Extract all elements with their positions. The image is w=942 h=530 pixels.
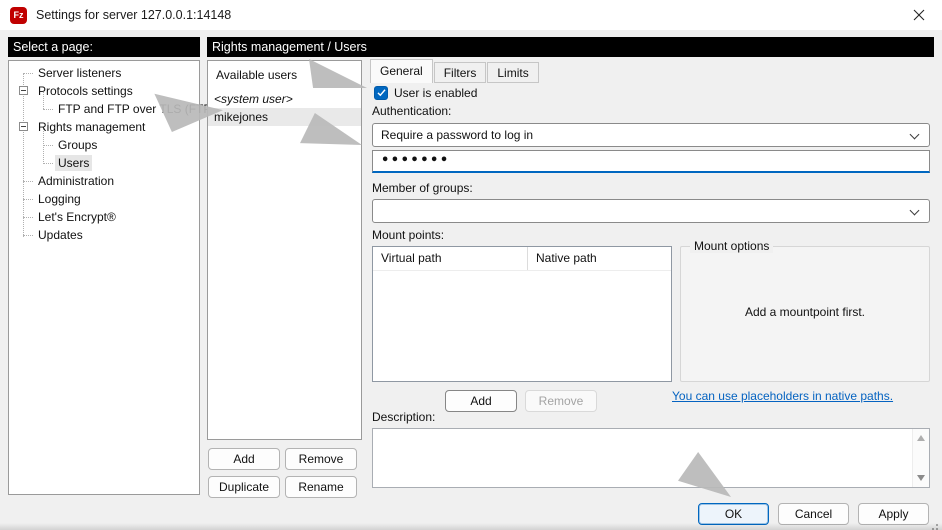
tab-filters[interactable]: Filters	[434, 62, 487, 83]
mount-options-empty-message: Add a mountpoint first.	[681, 305, 929, 319]
member-of-groups-dropdown[interactable]	[372, 199, 930, 223]
window-title: Settings for server 127.0.0.1:14148	[36, 0, 231, 30]
authentication-label: Authentication:	[372, 104, 451, 118]
description-label: Description:	[372, 410, 435, 424]
cancel-button[interactable]: Cancel	[778, 503, 849, 525]
tab-bar: General Filters Limits	[370, 59, 540, 83]
tab-general[interactable]: General	[370, 59, 433, 83]
close-button[interactable]	[896, 0, 942, 30]
user-enabled-label: User is enabled	[394, 86, 477, 100]
sidebar-item-protocols-settings[interactable]: Protocols settings	[9, 82, 199, 100]
native-path-column-header[interactable]: Native path	[528, 247, 597, 270]
remove-user-button[interactable]: Remove	[285, 448, 357, 470]
mount-options-group: Mount options Add a mountpoint first.	[680, 246, 930, 382]
password-input[interactable]: •••••••	[372, 150, 930, 173]
remove-mountpoint-button[interactable]: Remove	[525, 390, 597, 412]
close-icon	[913, 9, 925, 21]
list-item-mikejones[interactable]: mikejones	[208, 108, 361, 126]
mount-points-label: Mount points:	[372, 228, 444, 242]
breadcrumb: Rights management / Users	[207, 37, 934, 57]
description-scrollbar[interactable]	[912, 429, 929, 487]
mount-table-header: Virtual path Native path	[373, 247, 671, 271]
mount-points-table[interactable]: Virtual path Native path	[372, 246, 672, 382]
list-item-system-user[interactable]: <system user>	[208, 90, 361, 108]
description-textarea[interactable]	[372, 428, 930, 488]
filezilla-server-icon: Fz	[10, 7, 27, 24]
sidebar-item-users[interactable]: Users	[9, 154, 199, 172]
ok-button[interactable]: OK	[698, 503, 769, 525]
mount-options-legend: Mount options	[690, 239, 773, 253]
add-mountpoint-button[interactable]: Add	[445, 390, 517, 412]
sidebar-item-server-listeners[interactable]: Server listeners	[9, 64, 199, 82]
sidebar-item-logging[interactable]: Logging	[9, 190, 199, 208]
tab-limits[interactable]: Limits	[487, 62, 538, 83]
add-user-button[interactable]: Add	[208, 448, 280, 470]
apply-button[interactable]: Apply	[858, 503, 929, 525]
duplicate-user-button[interactable]: Duplicate	[208, 476, 280, 498]
placeholders-link[interactable]: You can use placeholders in native paths…	[672, 389, 893, 403]
select-page-header: Select a page:	[8, 37, 200, 57]
scroll-up-icon[interactable]	[917, 435, 925, 441]
member-of-groups-label: Member of groups:	[372, 181, 473, 195]
authentication-dropdown[interactable]: Require a password to log in	[372, 123, 930, 147]
resize-grip[interactable]	[936, 524, 938, 526]
sidebar-item-groups[interactable]: Groups	[9, 136, 199, 154]
available-users-list: Available users <system user> mikejones	[207, 60, 362, 440]
page-tree: Server listeners Protocols settings FTP …	[9, 61, 199, 244]
chevron-down-icon	[910, 130, 920, 140]
chevron-down-icon	[910, 206, 920, 216]
sidebar-item-updates[interactable]: Updates	[9, 226, 199, 244]
virtual-path-column-header[interactable]: Virtual path	[373, 247, 528, 270]
title-bar: Fz Settings for server 127.0.0.1:14148	[0, 0, 942, 30]
checkmark-icon	[376, 87, 387, 98]
collapse-icon[interactable]	[19, 122, 28, 131]
sidebar-item-lets-encrypt[interactable]: Let's Encrypt®	[9, 208, 199, 226]
scroll-down-icon[interactable]	[917, 475, 925, 481]
rename-user-button[interactable]: Rename	[285, 476, 357, 498]
collapse-icon[interactable]	[19, 86, 28, 95]
sidebar-item-administration[interactable]: Administration	[9, 172, 199, 190]
user-enabled-checkbox[interactable]	[374, 86, 388, 100]
